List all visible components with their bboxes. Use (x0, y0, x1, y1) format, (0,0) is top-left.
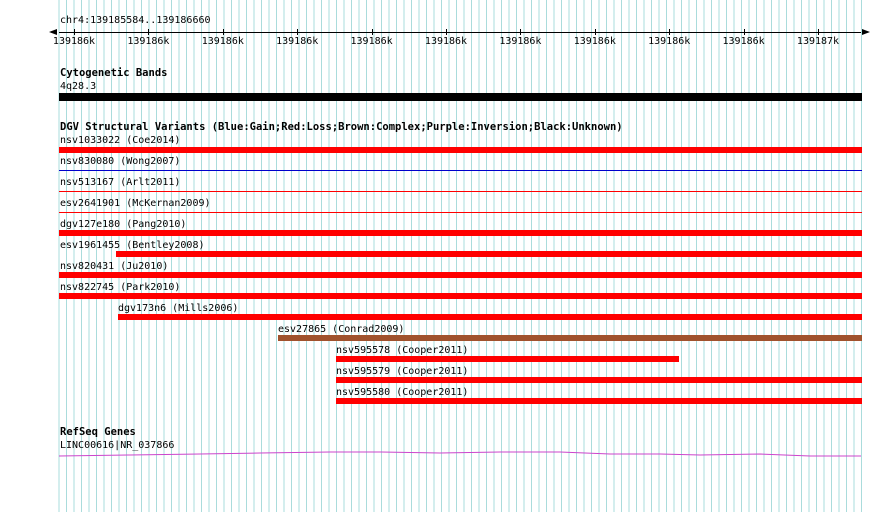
dgv-feature-label: nsv595579 (Cooper2011) (336, 366, 469, 377)
dgv-feature-bar[interactable] (59, 293, 862, 299)
ruler-tick-label: 139186k (127, 36, 170, 47)
dgv-feature-bar[interactable] (59, 147, 862, 153)
dgv-feature-bar[interactable] (336, 398, 862, 404)
dgv-feature-label: nsv513167 (Arlt2011) (60, 177, 181, 188)
ruler-tick (148, 29, 150, 35)
ruler-tick (74, 29, 75, 35)
dgv-feature-label: dgv173n6 (Mills2006) (118, 303, 239, 314)
dgv-feature-bar[interactable] (278, 335, 862, 341)
ruler-tick (222, 29, 224, 35)
ruler-tick (669, 29, 671, 35)
refseq-gene-line[interactable] (0, 448, 890, 462)
dgv-feature-label: nsv822745 (Park2010) (60, 282, 181, 293)
ruler-left-arrow-icon[interactable] (49, 29, 57, 35)
dgv-feature-label: nsv595578 (Cooper2011) (336, 345, 469, 356)
dgv-feature-bar[interactable] (59, 191, 862, 192)
ruler-tick-label: 139187k (796, 36, 840, 47)
dgv-feature-bar[interactable] (336, 356, 679, 362)
dgv-feature-label: nsv830080 (Wong2007) (60, 156, 181, 167)
ruler-position-text: chr4:139185584..139186660 (60, 15, 211, 26)
ruler-axis (59, 32, 861, 33)
ruler-tick (743, 29, 745, 35)
ruler-right-arrow-icon[interactable] (862, 29, 870, 35)
ruler-tick (446, 29, 447, 35)
dgv-feature-label: esv2641901 (McKernan2009) (60, 198, 211, 209)
dgv-feature-bar[interactable] (116, 251, 862, 257)
ruler-tick-label: 139186k (648, 36, 691, 47)
ruler-tick-label: 139186k (499, 36, 542, 47)
ruler-tick-label: 139186k (424, 36, 468, 47)
dgv-feature-bar[interactable] (118, 314, 862, 320)
dgv-feature-label: nsv820431 (Ju2010) (60, 261, 169, 272)
ruler-tick-label: 139186k (722, 36, 765, 47)
ruler-tick (371, 29, 373, 35)
ruler-tick-label: 139186k (350, 36, 393, 47)
refseq-track-title: RefSeq Genes (60, 426, 136, 438)
dgv-feature-bar[interactable] (59, 170, 862, 171)
ruler-tick-label: 139186k (52, 36, 96, 47)
dgv-feature-label: nsv1033022 (Coe2014) (60, 135, 181, 146)
ruler-tick (520, 29, 522, 35)
dgv-feature-label: dgv127e180 (Pang2010) (60, 219, 187, 230)
ruler-tick-label: 139186k (201, 36, 244, 47)
ruler-tick (818, 29, 819, 35)
dgv-feature-label: esv27865 (Conrad2009) (278, 324, 405, 335)
dgv-feature-bar[interactable] (59, 230, 862, 236)
ruler-tick (594, 29, 596, 35)
ruler-tick-label: 139186k (573, 36, 616, 47)
dgv-feature-bar[interactable] (336, 377, 862, 383)
ruler-tick (297, 29, 299, 35)
cytoband-bar[interactable] (59, 93, 862, 101)
dgv-feature-label: esv1961455 (Bentley2008) (60, 240, 205, 251)
dgv-feature-bar[interactable] (59, 212, 862, 213)
dgv-feature-bar[interactable] (59, 272, 862, 278)
cytoband-label: 4q28.3 (60, 81, 97, 92)
dgv-track-title: DGV Structural Variants (Blue:Gain;Red:L… (60, 121, 623, 133)
ruler-tick-label: 139186k (276, 36, 319, 47)
dgv-feature-label: nsv595580 (Cooper2011) (336, 387, 469, 398)
cytogenetic-track-title: Cytogenetic Bands (60, 67, 168, 79)
